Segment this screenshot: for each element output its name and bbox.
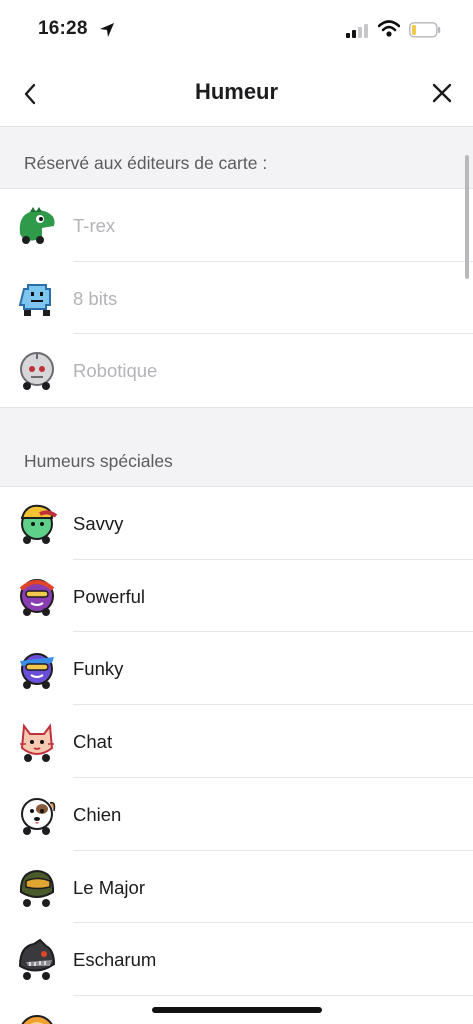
mood-label: 8 bits [73,287,118,309]
robot-icon [20,352,54,391]
section-header-special-moods: Humeurs spéciales [0,407,473,488]
mood-label: Savvy [73,513,124,535]
mood-item-t-rex[interactable]: T-rex [0,189,473,262]
funky-icon [20,653,54,690]
map-editor-moods-list: T-rex 8 bits Robotique [0,189,473,408]
home-indicator[interactable] [152,1007,322,1013]
8-bits-icon [18,283,51,316]
scrollbar[interactable] [465,155,469,279]
mood-item-savvy[interactable]: Savvy [0,487,473,560]
mood-label: Robotique [73,360,158,382]
cat-icon [20,723,54,763]
escharum-icon [18,938,56,981]
mood-item-funky[interactable]: Funky [0,632,473,706]
mood-label: Escharum [73,949,157,971]
mood-item-robotique[interactable]: Robotique [0,334,473,408]
special-moods-list: Savvy Powerful Funky Chat Chien Le Major… [0,487,473,1024]
mood-list[interactable]: Réservé aux éditeurs de carte : T-rex 8 … [0,127,473,1024]
page-title: Humeur [194,79,279,104]
battery-icon [409,22,441,38]
wifi-icon [378,20,400,37]
location-arrow-icon [100,23,114,37]
navigation-bar: Humeur [0,60,473,127]
section-title: Réservé aux éditeurs de carte : [24,153,268,173]
mood-label: Chien [73,803,122,825]
major-icon [19,869,55,907]
mood-item-chien[interactable]: Chien [0,777,473,851]
close-icon [432,83,452,103]
status-bar: 16:28 [0,0,473,60]
status-time: 16:28 [38,18,88,39]
mood-label: Powerful [73,585,145,607]
savvy-icon [20,504,58,545]
mood-label: Chat [73,731,113,753]
section-header-map-editors: Réservé aux éditeurs de carte : [0,127,473,189]
mood-item-powerful[interactable]: Powerful [0,559,473,633]
cellular-signal-icon [346,24,368,38]
powerful-icon [19,578,55,616]
dog-icon [21,797,56,835]
mood-item-le-major[interactable]: Le Major [0,850,473,924]
mood-item-escharum[interactable]: Escharum [0,923,473,996]
section-title: Humeurs spéciales [24,451,173,472]
mood-item-chat[interactable]: Chat [0,705,473,778]
t-rex-icon [19,207,55,244]
lion-icon [21,1014,53,1024]
mood-label: Funky [73,658,124,680]
mood-item-8-bits[interactable]: 8 bits [0,261,473,335]
close-button[interactable] [426,77,458,109]
mood-label: Le Major [73,876,145,898]
mood-label: T-rex [73,215,116,236]
